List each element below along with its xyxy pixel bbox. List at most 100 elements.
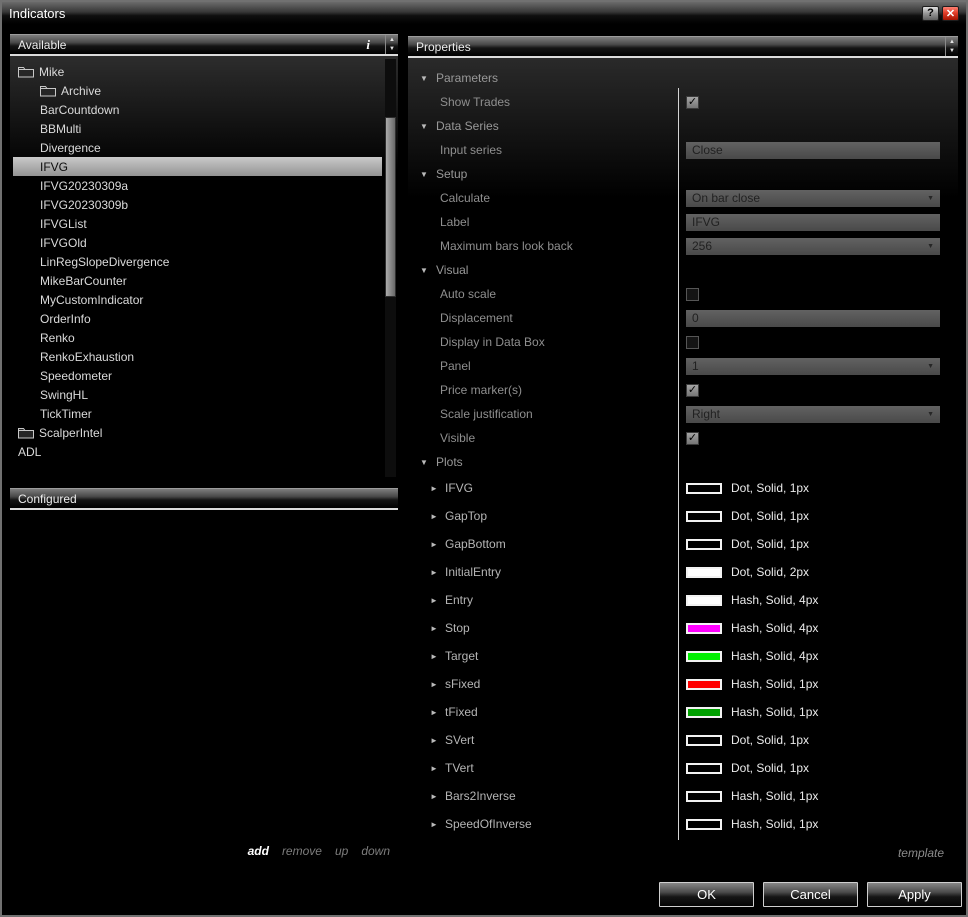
scroll-up-icon[interactable]: ▲ <box>386 35 398 45</box>
expand-arrow-icon[interactable]: ► <box>430 652 445 661</box>
tree-item-bbmulti[interactable]: BBMulti <box>13 119 382 138</box>
cancel-button[interactable]: Cancel <box>763 882 858 907</box>
title-bar[interactable]: Indicators ? ✕ <box>2 2 966 24</box>
section-setup[interactable]: ▼ Setup <box>408 162 958 186</box>
plot-color-swatch[interactable] <box>686 790 722 802</box>
plot-item-entry[interactable]: ► Entry <box>408 593 678 607</box>
tree-item-divergence[interactable]: Divergence <box>13 138 382 157</box>
collapse-arrow-icon[interactable]: ▼ <box>420 170 436 179</box>
expand-arrow-icon[interactable]: ► <box>430 568 445 577</box>
tree-item-ticktimer[interactable]: TickTimer <box>13 404 382 423</box>
show-trades-checkbox[interactable]: ✓ <box>686 95 699 109</box>
expand-arrow-icon[interactable]: ► <box>430 624 445 633</box>
collapse-arrow-icon[interactable]: ▼ <box>420 122 436 131</box>
display-in-data-box-checkbox[interactable] <box>686 335 699 349</box>
info-icon[interactable]: i <box>366 37 370 53</box>
collapse-arrow-icon[interactable]: ▼ <box>420 74 436 83</box>
remove-button[interactable]: remove <box>282 844 322 858</box>
plot-item-svert[interactable]: ► SVert <box>408 733 678 747</box>
plot-item-sfixed[interactable]: ► sFixed <box>408 677 678 691</box>
available-scroll-arrows[interactable]: ▲ ▼ <box>385 35 398 54</box>
properties-scroll-arrows[interactable]: ▲ ▼ <box>945 37 958 56</box>
plot-color-swatch[interactable] <box>686 538 722 550</box>
expand-arrow-icon[interactable]: ► <box>430 484 445 493</box>
tree-item-ifvgold[interactable]: IFVGOld <box>13 233 382 252</box>
available-scrollbar[interactable] <box>385 59 396 477</box>
tree-item-ifvg20230309a[interactable]: IFVG20230309a <box>13 176 382 195</box>
plot-color-swatch[interactable] <box>686 594 722 606</box>
expand-arrow-icon[interactable]: ► <box>430 792 445 801</box>
add-button[interactable]: add <box>248 844 269 858</box>
expand-arrow-icon[interactable]: ► <box>430 820 445 829</box>
panel-dropdown[interactable]: 1 ▼ <box>686 357 940 375</box>
scroll-down-icon[interactable]: ▼ <box>386 45 398 55</box>
tree-item-ifvglist[interactable]: IFVGList <box>13 214 382 233</box>
plot-color-swatch[interactable] <box>686 566 722 578</box>
plot-color-swatch[interactable] <box>686 734 722 746</box>
expand-arrow-icon[interactable]: ► <box>430 764 445 773</box>
plot-item-target[interactable]: ► Target <box>408 649 678 663</box>
label-input[interactable]: IFVG <box>686 213 940 231</box>
ok-button[interactable]: OK <box>659 882 754 907</box>
plot-item-speedofinverse[interactable]: ► SpeedOfInverse <box>408 817 678 831</box>
tree-item-adl[interactable]: ADL <box>13 442 382 461</box>
tree-item-linregslopedivergence[interactable]: LinRegSlopeDivergence <box>13 252 382 271</box>
scale-justification-dropdown[interactable]: Right ▼ <box>686 405 940 423</box>
section-data-series[interactable]: ▼ Data Series <box>408 114 958 138</box>
plot-item-gaptop[interactable]: ► GapTop <box>408 509 678 523</box>
expand-arrow-icon[interactable]: ► <box>430 596 445 605</box>
plot-color-swatch[interactable] <box>686 762 722 774</box>
tree-item-ifvg[interactable]: IFVG <box>13 157 382 176</box>
plot-color-swatch[interactable] <box>686 482 722 494</box>
collapse-arrow-icon[interactable]: ▼ <box>420 458 436 467</box>
tree-item-mikebarcounter[interactable]: MikeBarCounter <box>13 271 382 290</box>
displacement-input[interactable]: 0 <box>686 309 940 327</box>
template-link[interactable]: template <box>898 846 944 860</box>
plot-item-ifvg[interactable]: ► IFVG <box>408 481 678 495</box>
tree-item-scalperintel[interactable]: ScalperIntel <box>13 423 382 442</box>
calculate-dropdown[interactable]: On bar close ▼ <box>686 189 940 207</box>
plot-item-stop[interactable]: ► Stop <box>408 621 678 635</box>
tree-item-archive[interactable]: Archive <box>13 81 382 100</box>
expand-arrow-icon[interactable]: ► <box>430 736 445 745</box>
maximum-bars-look-back-dropdown[interactable]: 256 ▼ <box>686 237 940 255</box>
help-button[interactable]: ? <box>922 5 939 21</box>
expand-arrow-icon[interactable]: ► <box>430 512 445 521</box>
input-series-input[interactable]: Close <box>686 141 940 159</box>
visible-checkbox[interactable]: ✓ <box>686 431 699 445</box>
tree-item-renko[interactable]: Renko <box>13 328 382 347</box>
plot-color-swatch[interactable] <box>686 706 722 718</box>
plot-item-tfixed[interactable]: ► tFixed <box>408 705 678 719</box>
scroll-up-icon[interactable]: ▲ <box>946 37 958 47</box>
auto-scale-checkbox[interactable] <box>686 287 699 301</box>
tree-item-mike[interactable]: Mike <box>13 62 382 81</box>
plot-item-bars2inverse[interactable]: ► Bars2Inverse <box>408 789 678 803</box>
down-button[interactable]: down <box>361 844 390 858</box>
plot-color-swatch[interactable] <box>686 622 722 634</box>
section-plots[interactable]: ▼ Plots <box>408 450 958 474</box>
tree-item-barcountdown[interactable]: BarCountdown <box>13 100 382 119</box>
scrollbar-thumb[interactable] <box>385 117 396 297</box>
plot-color-swatch[interactable] <box>686 650 722 662</box>
expand-arrow-icon[interactable]: ► <box>430 540 445 549</box>
tree-item-ifvg20230309b[interactable]: IFVG20230309b <box>13 195 382 214</box>
tree-item-orderinfo[interactable]: OrderInfo <box>13 309 382 328</box>
scroll-down-icon[interactable]: ▼ <box>946 47 958 57</box>
price-marker-s-checkbox[interactable]: ✓ <box>686 383 699 397</box>
section-parameters[interactable]: ▼ Parameters <box>408 66 958 90</box>
plot-item-gapbottom[interactable]: ► GapBottom <box>408 537 678 551</box>
expand-arrow-icon[interactable]: ► <box>430 680 445 689</box>
tree-item-speedometer[interactable]: Speedometer <box>13 366 382 385</box>
apply-button[interactable]: Apply <box>867 882 962 907</box>
plot-color-swatch[interactable] <box>686 510 722 522</box>
section-visual[interactable]: ▼ Visual <box>408 258 958 282</box>
tree-item-mycustomindicator[interactable]: MyCustomIndicator <box>13 290 382 309</box>
collapse-arrow-icon[interactable]: ▼ <box>420 266 436 275</box>
up-button[interactable]: up <box>335 844 348 858</box>
plot-color-swatch[interactable] <box>686 818 722 830</box>
tree-item-swinghl[interactable]: SwingHL <box>13 385 382 404</box>
plot-item-tvert[interactable]: ► TVert <box>408 761 678 775</box>
tree-item-renkoexhaustion[interactable]: RenkoExhaustion <box>13 347 382 366</box>
expand-arrow-icon[interactable]: ► <box>430 708 445 717</box>
plot-item-initialentry[interactable]: ► InitialEntry <box>408 565 678 579</box>
